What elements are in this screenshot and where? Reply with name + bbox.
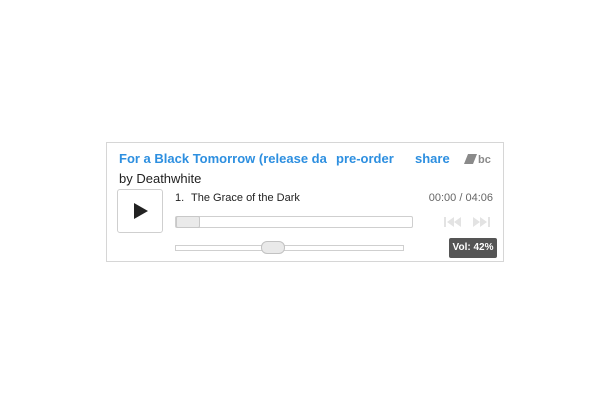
track-title: 1. The Grace of the Dark — [175, 192, 300, 204]
volume-slider[interactable] — [175, 241, 404, 254]
album-title-link[interactable]: For a Black Tomorrow (release date... — [119, 151, 327, 166]
track-name: The Grace of the Dark — [191, 192, 300, 204]
volume-handle[interactable] — [261, 241, 285, 254]
next-track-icon[interactable] — [471, 216, 491, 228]
bandcamp-logo-icon[interactable]: bc — [464, 152, 494, 166]
share-link[interactable]: share — [415, 151, 450, 166]
previous-track-icon[interactable] — [443, 216, 463, 228]
volume-readout: Vol: 42% — [449, 238, 497, 258]
track-number: 1. — [175, 192, 185, 204]
play-icon — [134, 203, 148, 219]
preorder-link[interactable]: pre-order — [336, 151, 394, 166]
svg-text:bc: bc — [478, 154, 491, 166]
time-current: 00:00 — [428, 192, 457, 204]
play-button[interactable] — [117, 189, 163, 233]
progress-bar[interactable] — [175, 216, 413, 228]
time-total: 04:06 — [465, 192, 493, 204]
artist-name: by Deathwhite — [119, 171, 202, 186]
bandcamp-player: For a Black Tomorrow (release date... pr… — [106, 142, 504, 262]
progress-handle[interactable] — [176, 216, 200, 228]
track-time: 00:00 / 04:06 — [429, 192, 493, 204]
